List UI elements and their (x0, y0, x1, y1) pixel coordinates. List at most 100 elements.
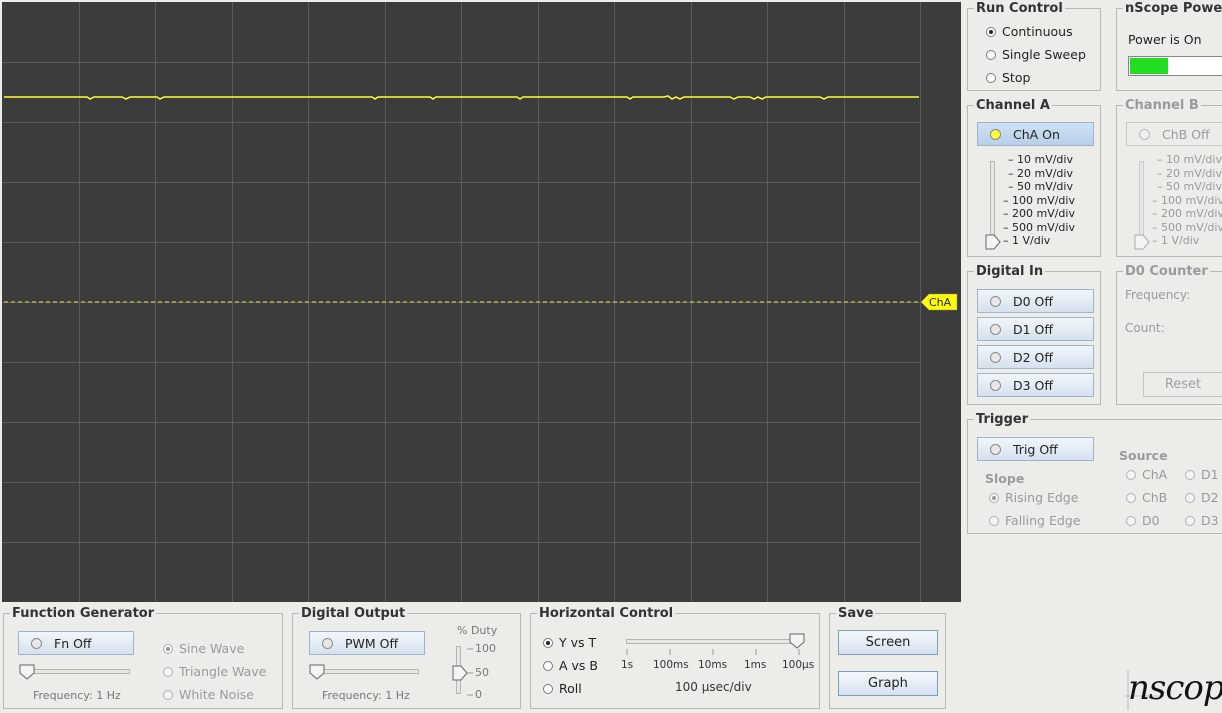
timebase-tick-1s: 1s (621, 659, 634, 671)
cha-led-icon (990, 128, 1001, 140)
radio-a-vs-b[interactable]: A vs B (543, 658, 598, 673)
radio-source-d1[interactable]: D1 (1185, 467, 1219, 482)
radio-y-vs-t[interactable]: Y vs T (543, 635, 596, 650)
pwm-frequency-slider[interactable] (313, 669, 419, 674)
radio-roll[interactable]: Roll (543, 681, 582, 696)
d0-toggle-button[interactable]: D0 Off (977, 289, 1094, 313)
cha-scale-label: – 20 mV/div (1008, 166, 1073, 180)
cha-scale-label: – 100 mV/div (1003, 193, 1075, 207)
radio-dot[interactable] (986, 72, 996, 83)
d3-led-icon (990, 379, 1001, 391)
chb-scale-slider[interactable] (1139, 161, 1144, 245)
radio-dot[interactable] (986, 49, 996, 60)
radio-dot[interactable] (163, 643, 173, 654)
save-panel: Save Screen Graph (829, 606, 946, 709)
timebase-slider[interactable] (626, 639, 802, 644)
chb-scale-label: – 100 mV/div (1152, 193, 1222, 207)
timebase-thumb[interactable] (789, 633, 805, 649)
radio-dot[interactable] (1185, 492, 1195, 503)
save-graph-button[interactable]: Graph (838, 671, 938, 696)
d1-toggle-button[interactable]: D1 Off (977, 317, 1094, 341)
chb-scale-label: – 50 mV/div (1157, 180, 1222, 193)
radio-dot[interactable] (163, 666, 173, 677)
duty-tick-50: 50 (475, 666, 489, 679)
run-control-title: Run Control (974, 1, 1065, 16)
cha-scale-thumb[interactable] (985, 234, 1001, 250)
duty-tick-100: 100 (475, 642, 496, 655)
trig-toggle-button[interactable]: Trig Off (977, 437, 1094, 461)
radio-source-d0[interactable]: D0 (1126, 513, 1160, 528)
power-level-fill (1130, 58, 1168, 74)
channel-a-title: Channel A (974, 98, 1052, 113)
slope-title: Slope (985, 471, 1025, 486)
trigger-title: Trigger (974, 412, 1031, 427)
d0-led-icon (990, 295, 1001, 307)
radio-source-chb[interactable]: ChB (1126, 490, 1167, 505)
chb-scale-label: – 500 mV/div (1152, 220, 1222, 234)
radio-dot[interactable] (543, 683, 553, 694)
pwm-frequency-thumb[interactable] (309, 664, 325, 680)
power-level-bar (1128, 56, 1222, 76)
power-title: nScope Power (1123, 1, 1222, 16)
nscope-logo-text: nscope (1128, 668, 1222, 708)
timebase-readout: 100 µsec/div (675, 680, 752, 694)
radio-dot[interactable] (1185, 515, 1195, 526)
radio-dot[interactable] (989, 515, 999, 526)
horizontal-control-title: Horizontal Control (537, 606, 676, 621)
cha-marker-label: ChA (929, 296, 952, 309)
save-title: Save (836, 606, 876, 621)
fn-led-icon (31, 637, 42, 649)
pwm-toggle-button[interactable]: PWM Off (309, 631, 425, 655)
radio-dot[interactable] (543, 660, 553, 671)
timebase-tick-1ms: 1ms (744, 659, 767, 671)
fn-frequency-slider[interactable] (22, 669, 130, 674)
channel-b-title: Channel B (1123, 98, 1201, 113)
scope-grid (2, 2, 958, 602)
save-screen-button[interactable]: Screen (838, 630, 938, 655)
radio-single-sweep[interactable]: Single Sweep (986, 47, 1086, 62)
chb-scale-label: – 200 mV/div (1152, 207, 1222, 220)
radio-falling-edge[interactable]: Falling Edge (989, 513, 1080, 528)
radio-dot[interactable] (1126, 492, 1136, 503)
cha-toggle-button[interactable]: ChA On (977, 122, 1094, 146)
cha-scale-label: – 200 mV/div (1003, 207, 1075, 220)
radio-source-d2[interactable]: D2 (1185, 490, 1219, 505)
radio-source-cha[interactable]: ChA (1126, 467, 1167, 482)
radio-dot[interactable] (1126, 469, 1136, 480)
digital-output-panel: Digital Output PWM Off Frequency: 1 Hz %… (292, 606, 521, 709)
timebase-tick-marks (626, 649, 800, 655)
radio-stop[interactable]: Stop (986, 70, 1030, 85)
reset-button[interactable]: Reset (1143, 372, 1222, 397)
d2-toggle-button[interactable]: D2 Off (977, 345, 1094, 369)
fn-frequency-label: Frequency: 1 Hz (33, 689, 121, 702)
radio-dot[interactable] (163, 689, 173, 700)
fn-toggle-button[interactable]: Fn Off (18, 631, 134, 655)
timebase-tick-100us: 100µs (782, 659, 815, 671)
chb-toggle-button[interactable]: ChB Off (1126, 122, 1222, 146)
radio-white-noise[interactable]: White Noise (163, 687, 254, 702)
chb-led-icon (1139, 128, 1150, 140)
cha-scale-slider[interactable] (990, 161, 995, 245)
channel-a-panel: Channel A ChA On – 10 mV/div – 20 mV/div –… (967, 98, 1101, 257)
radio-dot[interactable] (989, 492, 999, 503)
radio-dot[interactable] (1126, 515, 1136, 526)
timebase-tick-100ms: 100ms (653, 659, 689, 671)
radio-rising-edge[interactable]: Rising Edge (989, 490, 1078, 505)
radio-dot[interactable] (1185, 469, 1195, 480)
frequency-label: Frequency: (1125, 288, 1191, 302)
duty-tick-marks (467, 648, 473, 696)
digital-in-title: Digital In (974, 264, 1046, 279)
nscope-logo: nscope (1124, 666, 1222, 713)
radio-dot[interactable] (986, 26, 996, 37)
radio-continuous[interactable]: Continuous (986, 24, 1073, 39)
radio-sine-wave[interactable]: Sine Wave (163, 641, 244, 656)
pwm-led-icon (322, 637, 333, 649)
radio-dot[interactable] (543, 637, 553, 648)
radio-source-d3[interactable]: D3 (1185, 513, 1219, 528)
fn-frequency-thumb[interactable] (19, 664, 35, 680)
power-panel: nScope Power Power is On (1116, 1, 1222, 91)
radio-triangle-wave[interactable]: Triangle Wave (163, 664, 266, 679)
chb-scale-label: – 1 V/div (1152, 234, 1200, 247)
chb-scale-thumb[interactable] (1134, 234, 1150, 250)
d3-toggle-button[interactable]: D3 Off (977, 373, 1094, 397)
